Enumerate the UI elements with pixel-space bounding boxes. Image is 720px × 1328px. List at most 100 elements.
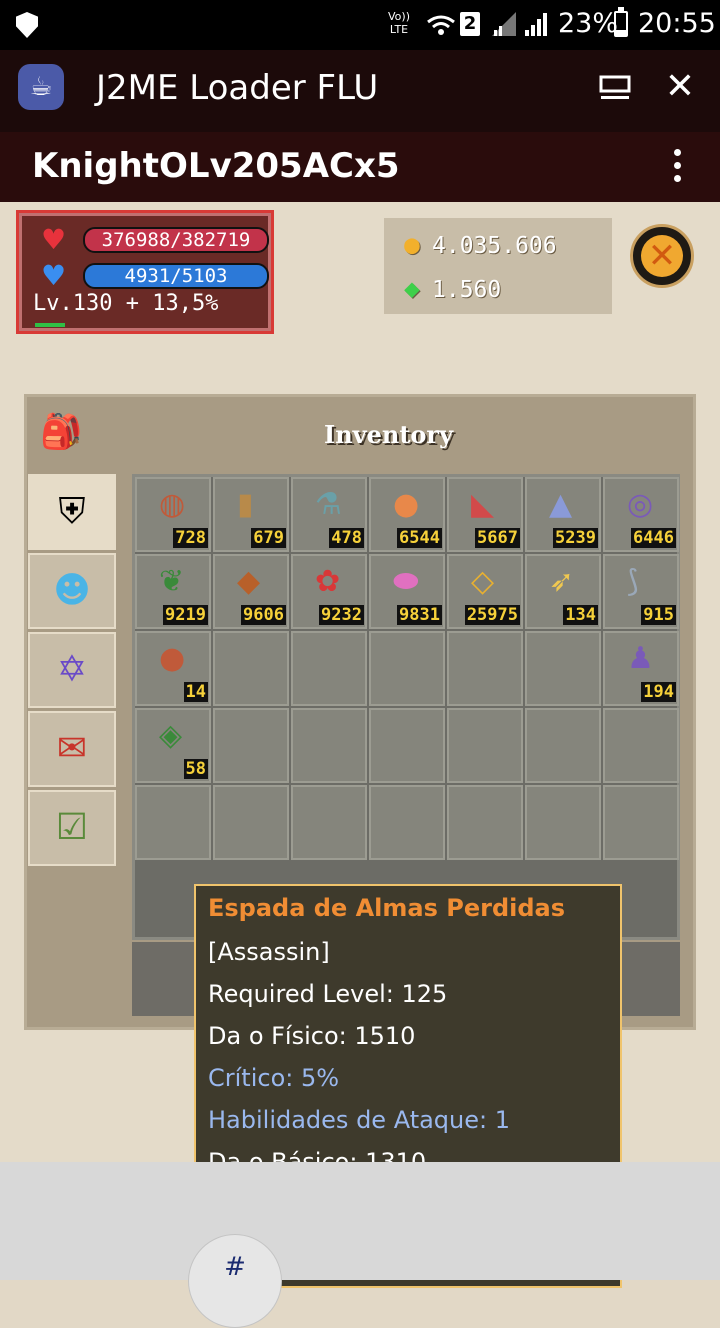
item-icon: ➶: [549, 564, 575, 599]
inventory-slot[interactable]: [291, 708, 367, 783]
inventory-slot[interactable]: ▮ 679: [213, 477, 289, 552]
item-icon: ◣: [471, 487, 495, 522]
item-count: 25975: [464, 605, 520, 625]
inventory-slot[interactable]: [291, 631, 367, 706]
inventory-slot[interactable]: [525, 631, 601, 706]
gold-amount: 4.035.606: [432, 233, 557, 259]
inventory-slot[interactable]: ◆ 9606: [213, 554, 289, 629]
inventory-slot[interactable]: ⟆ 915: [603, 554, 679, 629]
quest-list-icon: ☑: [55, 807, 89, 848]
inventory-slot[interactable]: ● 14: [135, 631, 211, 706]
midlet-bar: KnightOLv205ACx5: [0, 132, 720, 202]
item-count: 478: [329, 528, 364, 548]
item-count: 6544: [397, 528, 442, 548]
hash-key-button[interactable]: #: [188, 1234, 282, 1328]
inventory-slot[interactable]: [447, 708, 523, 783]
inventory-slot[interactable]: ◣ 5667: [447, 477, 523, 552]
inventory-slot[interactable]: ◍ 728: [135, 477, 211, 552]
battery-percent: 23%: [558, 8, 619, 39]
window-icon[interactable]: [598, 74, 632, 104]
inventory-slot[interactable]: ◎ 6446: [603, 477, 679, 552]
signal-icon: [525, 13, 547, 36]
item-icon: ◎: [627, 487, 654, 522]
item-icon: ◆: [237, 564, 261, 599]
item-icon: ●: [159, 641, 186, 676]
item-icon: ❦: [159, 564, 185, 599]
tab-mail[interactable]: ✉: [28, 711, 116, 787]
inventory-slot[interactable]: [291, 785, 367, 860]
inventory-slot[interactable]: [369, 708, 445, 783]
item-count: 9606: [241, 605, 286, 625]
mana-heart-icon: ♥: [41, 259, 67, 292]
tab-character[interactable]: ☻: [28, 553, 116, 629]
app-bar: ☕ J2ME Loader FLU ✕: [0, 50, 720, 132]
status-bar: Vo)) LTE 2 23% 20:55: [0, 0, 720, 50]
armor-icon: ⛨: [58, 491, 86, 532]
inventory-slot[interactable]: [447, 785, 523, 860]
item-icon: ◍: [159, 487, 186, 522]
inventory-slot[interactable]: [369, 785, 445, 860]
item-icon: ▮: [237, 487, 254, 522]
inventory-slot[interactable]: ✿ 9232: [291, 554, 367, 629]
item-count: 58: [183, 759, 208, 779]
item-count: 14: [183, 682, 208, 702]
inventory-tabs: ⛨ ☻ ✡ ✉ ☑: [28, 474, 116, 869]
gem-amount: 1.560: [432, 277, 502, 303]
player-status-panel: ♥ 376988/382719 ♥ 4931/5103 Lv.130 + 13,…: [16, 210, 274, 334]
clock: 20:55: [638, 8, 716, 39]
wifi-icon: [427, 15, 455, 35]
close-game-button[interactable]: ✕: [630, 224, 694, 288]
inventory-slot[interactable]: [603, 785, 679, 860]
inventory-slot[interactable]: [213, 708, 289, 783]
item-count: 134: [563, 605, 598, 625]
item-icon: ✿: [315, 564, 341, 599]
tooltip-stat-line: Required Level: 125: [208, 980, 448, 1008]
tab-equipment[interactable]: ⛨: [28, 474, 116, 550]
close-icon[interactable]: ✕: [664, 69, 696, 105]
mp-bar: 4931/5103: [83, 263, 269, 289]
tooltip-stat-line: Da o Físico: 1510: [208, 1022, 416, 1050]
scroll-ribbon-icon: ✉: [56, 728, 88, 769]
item-count: 6446: [631, 528, 676, 548]
backpack-icon: 🎒: [40, 412, 83, 452]
inventory-slot[interactable]: [525, 708, 601, 783]
item-icon: ◇: [471, 564, 495, 599]
inventory-slot[interactable]: ❦ 9219: [135, 554, 211, 629]
inventory-slot[interactable]: ◈ 58: [135, 708, 211, 783]
tooltip-stat-line: Habilidades de Ataque: 1: [208, 1106, 511, 1134]
heart-icon: ♥: [41, 223, 67, 256]
inventory-slot[interactable]: ◇ 25975: [447, 554, 523, 629]
game-canvas[interactable]: ♥ 376988/382719 ♥ 4931/5103 Lv.130 + 13,…: [0, 202, 720, 1288]
inventory-slot[interactable]: [603, 708, 679, 783]
person-icon: ☻: [53, 570, 91, 611]
keypad-area: #: [0, 1162, 720, 1328]
item-count: 728: [173, 528, 208, 548]
item-count: 679: [251, 528, 286, 548]
inventory-slot[interactable]: ● 6544: [369, 477, 445, 552]
inventory-title: Inventory: [324, 420, 454, 449]
item-icon: ♟: [627, 641, 654, 676]
level-progress: [35, 323, 65, 327]
tooltip-stat-line: Crítico: 5%: [208, 1064, 340, 1092]
battery-icon: [614, 7, 628, 37]
inventory-slot[interactable]: ⬬ 9831: [369, 554, 445, 629]
volte-indicator: Vo)) LTE: [388, 10, 410, 36]
more-vert-icon[interactable]: [668, 146, 686, 188]
inventory-slot[interactable]: [135, 785, 211, 860]
inventory-slot[interactable]: [213, 631, 289, 706]
inventory-slot[interactable]: ▲ 5239: [525, 477, 601, 552]
item-icon: ⚗: [315, 487, 342, 522]
inventory-slot[interactable]: ➶ 134: [525, 554, 601, 629]
item-icon: ▲: [549, 487, 573, 522]
midlet-title: KnightOLv205ACx5: [32, 146, 400, 186]
inventory-slot[interactable]: [525, 785, 601, 860]
inventory-slot[interactable]: [447, 631, 523, 706]
inventory-slot[interactable]: [369, 631, 445, 706]
tab-skills[interactable]: ✡: [28, 632, 116, 708]
item-count: 9219: [163, 605, 208, 625]
item-count: 5239: [553, 528, 598, 548]
inventory-slot[interactable]: ⚗ 478: [291, 477, 367, 552]
tab-quests[interactable]: ☑: [28, 790, 116, 866]
inventory-slot[interactable]: [213, 785, 289, 860]
inventory-slot[interactable]: ♟ 194: [603, 631, 679, 706]
